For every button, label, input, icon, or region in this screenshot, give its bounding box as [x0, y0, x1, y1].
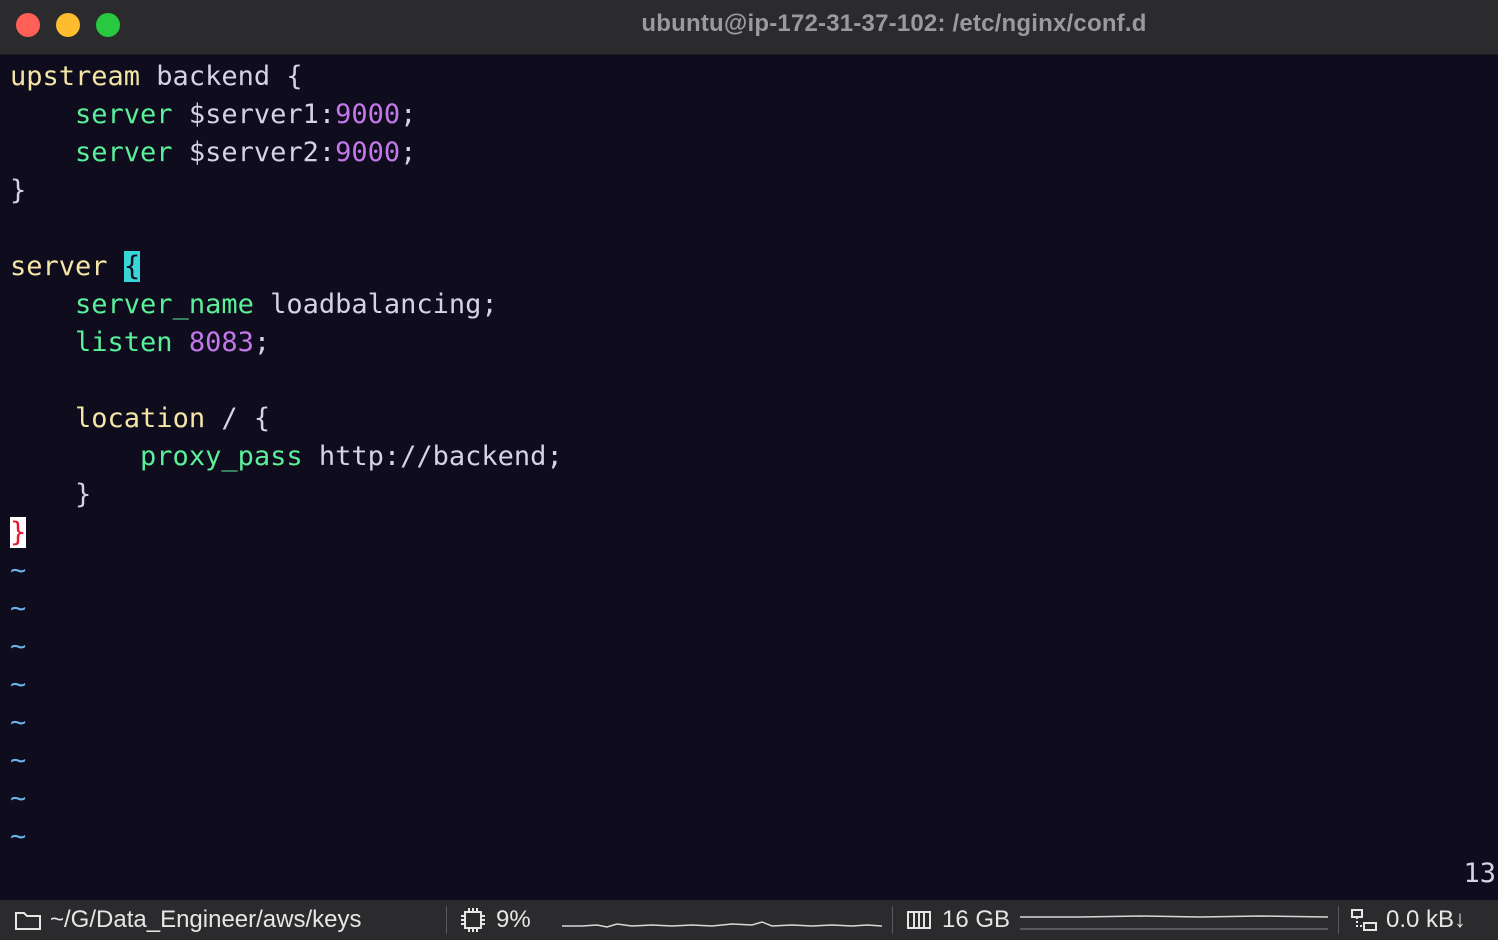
empty-line-tilde: ~ [10, 669, 27, 700]
keyword: server [10, 251, 108, 282]
keyword: location [75, 403, 206, 434]
code-line-4: } [10, 172, 26, 210]
status-bar: ~/G/Data_Engineer/aws/keys 9% 16 GB 0.0 … [0, 900, 1498, 940]
code-text: backend { [140, 61, 303, 92]
terminal-window: ubuntu@ip-172-31-37-102: /etc/nginx/conf… [0, 0, 1498, 940]
code-line-6: server { [10, 248, 141, 286]
network-segment[interactable]: 0.0 kB↓ [1350, 900, 1466, 940]
code-line-12: } [10, 476, 91, 514]
folder-icon [14, 909, 42, 931]
empty-line-tilde: ~ [10, 821, 27, 852]
memory-usage: 16 GB [942, 906, 1011, 933]
code-line-1: upstream backend { [10, 58, 303, 96]
directive: server_name [75, 289, 254, 320]
divider [892, 906, 893, 934]
directive: proxy_pass [140, 441, 303, 472]
code-line-10: location / { [10, 400, 270, 438]
cpu-usage: 9% [496, 906, 531, 933]
code-line-11: proxy_pass http://backend; [10, 438, 563, 476]
code-text: loadbalancing; [253, 289, 498, 320]
code-line-7: server_name loadbalancing; [10, 286, 498, 324]
matching-brace: } [10, 517, 27, 548]
divider [1338, 906, 1339, 934]
code-text: ; [400, 137, 417, 168]
network-icon [1350, 908, 1378, 932]
path-segment[interactable]: ~/G/Data_Engineer/aws/keys [14, 900, 362, 940]
number: 9000 [335, 99, 401, 130]
window-title: ubuntu@ip-172-31-37-102: /etc/nginx/conf… [641, 10, 1147, 37]
code-text: $server1: [172, 99, 336, 130]
empty-line-tilde: ~ [10, 555, 27, 586]
memory-sparkline [1020, 915, 1328, 930]
keyword: upstream [10, 61, 141, 92]
cpu-sparkline [562, 921, 882, 928]
cpu-icon [460, 907, 486, 933]
code-text: http://backend; [302, 441, 563, 472]
code-text: } [10, 479, 92, 510]
empty-line-tilde: ~ [10, 783, 27, 814]
cpu-segment[interactable]: 9% [460, 900, 531, 940]
network-rate: 0.0 kB↓ [1386, 906, 1467, 933]
cursor: { [123, 251, 141, 282]
directive: listen [75, 327, 173, 358]
divider [446, 906, 447, 934]
empty-line-tilde: ~ [10, 745, 27, 776]
code-line-8: listen 8083; [10, 324, 270, 362]
vim-editor[interactable]: upstream backend { server $server1:9000;… [0, 58, 1498, 898]
memory-segment[interactable]: 16 GB [906, 900, 1010, 940]
code-line-13: } [10, 514, 27, 552]
code-text: / { [205, 403, 271, 434]
code-text: ; [253, 327, 271, 358]
empty-line-tilde: ~ [10, 593, 27, 624]
current-path: ~/G/Data_Engineer/aws/keys [50, 906, 362, 933]
empty-line-tilde: ~ [10, 631, 27, 662]
code-text: ; [400, 99, 417, 130]
number: 8083 [188, 327, 254, 358]
number: 9000 [335, 137, 401, 168]
directive: server [75, 137, 173, 168]
code-line-3: server $server2:9000; [10, 134, 416, 172]
memory-icon [906, 909, 932, 931]
cursor-line-number: 13 [1463, 858, 1496, 889]
title-bar: ubuntu@ip-172-31-37-102: /etc/nginx/conf… [0, 0, 1498, 55]
code-text: } [10, 175, 27, 206]
code-text: $server2: [172, 137, 336, 168]
empty-line-tilde: ~ [10, 707, 27, 738]
code-line-2: server $server1:9000; [10, 96, 416, 134]
directive: server [75, 99, 173, 130]
